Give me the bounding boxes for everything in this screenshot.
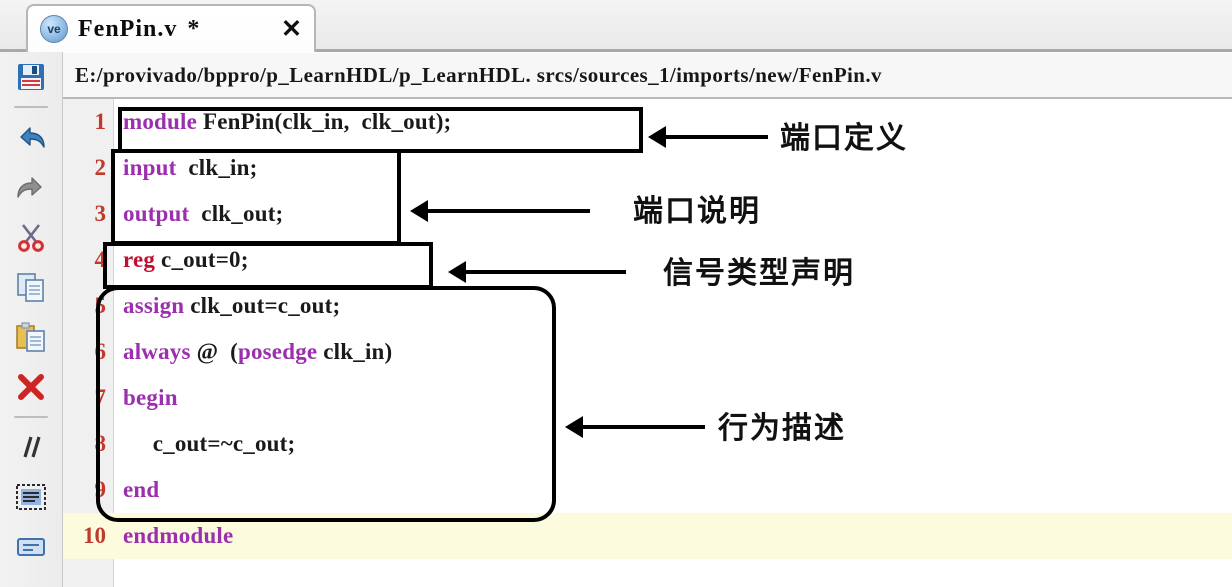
tab-dirty-marker: * xyxy=(187,15,200,42)
line-number: 5 xyxy=(94,293,107,318)
line-number: 2 xyxy=(94,155,107,180)
cut-icon xyxy=(18,224,44,252)
annotation-behavioral: 行为描述 xyxy=(718,411,846,446)
code-token: posedge xyxy=(237,339,318,364)
code-line-6[interactable]: 6 always @ (posedge clk_in) xyxy=(63,329,1232,375)
code-lines[interactable]: 1 module FenPin(clk_in, clk_out); 2 input c… xyxy=(63,99,1232,587)
code-token: clk_out; xyxy=(189,201,284,226)
code-line-8[interactable]: 8 c_out=~c_out; xyxy=(63,421,1232,467)
line-source: c_out=~c_out; xyxy=(113,431,295,457)
code-token: input xyxy=(123,155,177,180)
delete-icon xyxy=(18,374,44,400)
line-source: end xyxy=(113,477,159,503)
line-number: 8 xyxy=(94,431,107,456)
annotation-port-declaration: 端口说明 xyxy=(633,194,761,229)
code-token: endmodule xyxy=(123,523,234,548)
code-token: c_out=0; xyxy=(155,247,249,272)
save-button[interactable] xyxy=(0,52,62,102)
toolbar-separator-1 xyxy=(14,106,48,108)
code-token: clk_in) xyxy=(317,339,393,364)
code-token: clk_out=c_out; xyxy=(184,293,341,318)
wrap-icon xyxy=(17,538,45,556)
code-line-5[interactable]: 5 assign clk_out=c_out; xyxy=(63,283,1232,329)
code-token: end xyxy=(123,477,160,502)
line-source: assign clk_out=c_out; xyxy=(113,293,340,319)
code-token: module xyxy=(123,109,198,134)
code-editor[interactable]: 1 module FenPin(clk_in, clk_out); 2 input c… xyxy=(63,99,1232,587)
comment-icon xyxy=(23,436,41,458)
code-token: always xyxy=(123,339,191,364)
close-icon[interactable]: ✕ xyxy=(281,16,302,42)
line-number: 1 xyxy=(94,109,107,134)
code-token: @ ( xyxy=(190,339,238,364)
line-number: 7 xyxy=(94,385,107,410)
wrap-button[interactable] xyxy=(0,522,62,572)
verilog-editor-window: ve FenPin.v * ✕ E:/provivado/bppro/p_Lea… xyxy=(0,0,1232,587)
line-source: endmodule xyxy=(113,523,233,549)
code-token: begin xyxy=(123,385,178,410)
file-path-bar: E:/provivado/bppro/p_LearnHDL/p_LearnHDL… xyxy=(63,53,1232,99)
left-toolbar xyxy=(0,52,63,587)
line-source: reg c_out=0; xyxy=(113,247,249,273)
copy-button[interactable] xyxy=(0,262,62,312)
code-token: output xyxy=(123,201,190,226)
redo-icon xyxy=(17,177,42,198)
line-number: 3 xyxy=(94,201,107,226)
verilog-file-icon: ve xyxy=(40,15,68,43)
line-number: 6 xyxy=(94,339,107,364)
line-source: output clk_out; xyxy=(113,201,283,227)
code-line-1[interactable]: 1 module FenPin(clk_in, clk_out); xyxy=(63,99,1232,145)
paste-icon xyxy=(16,322,45,352)
redo-button[interactable] xyxy=(0,162,62,212)
annotation-port-definition: 端口定义 xyxy=(780,121,908,156)
line-number: 4 xyxy=(94,247,107,272)
code-line-10[interactable]: 10 endmodule xyxy=(63,513,1232,559)
code-token: c_out=~c_out; xyxy=(123,431,296,456)
line-number: 9 xyxy=(94,477,107,502)
copy-icon xyxy=(17,273,44,302)
paste-button[interactable] xyxy=(0,312,62,362)
line-number: 10 xyxy=(83,523,106,548)
line-source: input clk_in; xyxy=(113,155,257,181)
file-path-text: E:/provivado/bppro/p_LearnHDL/p_LearnHDL… xyxy=(75,62,882,87)
code-token: assign xyxy=(123,293,185,318)
code-token: reg xyxy=(123,247,156,272)
tab-strip: ve FenPin.v * ✕ xyxy=(0,0,1232,52)
line-source: begin xyxy=(113,385,178,411)
code-token: FenPin(clk_in, clk_out); xyxy=(197,109,452,134)
code-line-4[interactable]: 4 reg c_out=0; xyxy=(63,237,1232,283)
code-token: clk_in; xyxy=(176,155,258,180)
line-source: always @ (posedge clk_in) xyxy=(113,339,392,365)
undo-button[interactable] xyxy=(0,112,62,162)
code-line-9[interactable]: 9 end xyxy=(63,467,1232,513)
tab-fenpin-v[interactable]: ve FenPin.v * ✕ xyxy=(26,4,316,52)
find-replace-button[interactable] xyxy=(0,472,62,522)
find-replace-icon xyxy=(16,484,46,510)
comment-button[interactable] xyxy=(0,422,62,472)
save-icon xyxy=(18,64,44,90)
line-source: module FenPin(clk_in, clk_out); xyxy=(113,109,451,135)
toolbar-separator-2 xyxy=(14,416,48,418)
code-line-7[interactable]: 7 begin xyxy=(63,375,1232,421)
undo-icon xyxy=(20,127,45,148)
annotation-signal-type: 信号类型声明 xyxy=(663,256,855,291)
delete-button[interactable] xyxy=(0,362,62,412)
tab-title: FenPin.v xyxy=(78,15,178,42)
code-line-2[interactable]: 2 input clk_in; xyxy=(63,145,1232,191)
cut-button[interactable] xyxy=(0,212,62,262)
